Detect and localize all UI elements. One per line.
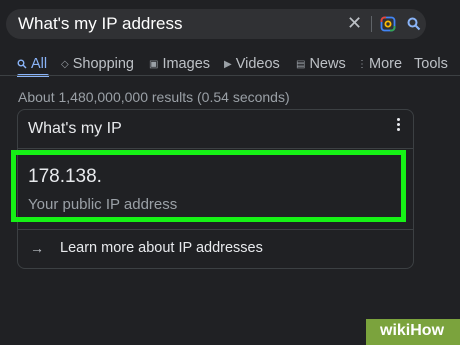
ip-answer-card: What's my IP 178.138. Your public IP add… bbox=[11, 109, 414, 269]
watermark-text: wikiHow bbox=[380, 322, 445, 339]
learn-more-link[interactable]: → Learn more about IP addresses bbox=[30, 240, 263, 256]
news-icon: ▤ bbox=[296, 58, 306, 70]
search-icon[interactable] bbox=[406, 16, 422, 32]
tab-more[interactable]: ⋮ More bbox=[357, 56, 402, 72]
wikihow-watermark: wikiHow bbox=[366, 319, 460, 345]
close-icon[interactable]: ✕ bbox=[347, 13, 362, 33]
tab-shopping[interactable]: ◇ Shopping bbox=[61, 56, 134, 72]
card-divider bbox=[18, 148, 413, 149]
tabs-divider bbox=[0, 75, 460, 76]
tab-label: Shopping bbox=[72, 56, 134, 72]
more-options-icon[interactable] bbox=[397, 118, 401, 132]
tab-all[interactable]: All bbox=[17, 56, 47, 72]
tag-icon: ◇ bbox=[61, 58, 69, 70]
result-stats: About 1,480,000,000 results (0.54 second… bbox=[18, 89, 290, 105]
learn-more-label: Learn more about IP addresses bbox=[60, 240, 263, 256]
tab-news[interactable]: ▤ News bbox=[296, 56, 346, 72]
tab-label: All bbox=[31, 56, 48, 72]
search-icon bbox=[17, 59, 27, 69]
tab-label: Images bbox=[162, 56, 211, 72]
search-bar[interactable]: What's my IP address ✕ bbox=[6, 9, 426, 39]
arrow-right-icon: → bbox=[30, 240, 44, 256]
image-icon: ▣ bbox=[149, 58, 159, 70]
card-title: What's my IP bbox=[28, 120, 122, 137]
more-vert-icon: ⋮ bbox=[357, 58, 367, 70]
tab-label: Videos bbox=[235, 56, 280, 72]
search-tabs: All ◇ Shopping ▣ Images ▶ Videos ▤ News … bbox=[0, 54, 460, 77]
search-divider bbox=[371, 16, 372, 32]
video-icon: ▶ bbox=[224, 58, 232, 70]
tab-images[interactable]: ▣ Images bbox=[149, 56, 210, 72]
tab-label: More bbox=[369, 56, 403, 72]
tab-videos[interactable]: ▶ Videos bbox=[224, 56, 280, 72]
tab-label: News bbox=[309, 56, 346, 72]
tab-label: Tools bbox=[414, 56, 448, 72]
tab-tools[interactable]: Tools bbox=[414, 56, 448, 72]
ip-address-value: 178.138. bbox=[28, 166, 102, 187]
google-lens-icon[interactable] bbox=[380, 16, 396, 32]
card-divider bbox=[18, 229, 413, 230]
ip-caption: Your public IP address bbox=[28, 196, 178, 213]
search-input[interactable]: What's my IP address bbox=[18, 14, 183, 34]
